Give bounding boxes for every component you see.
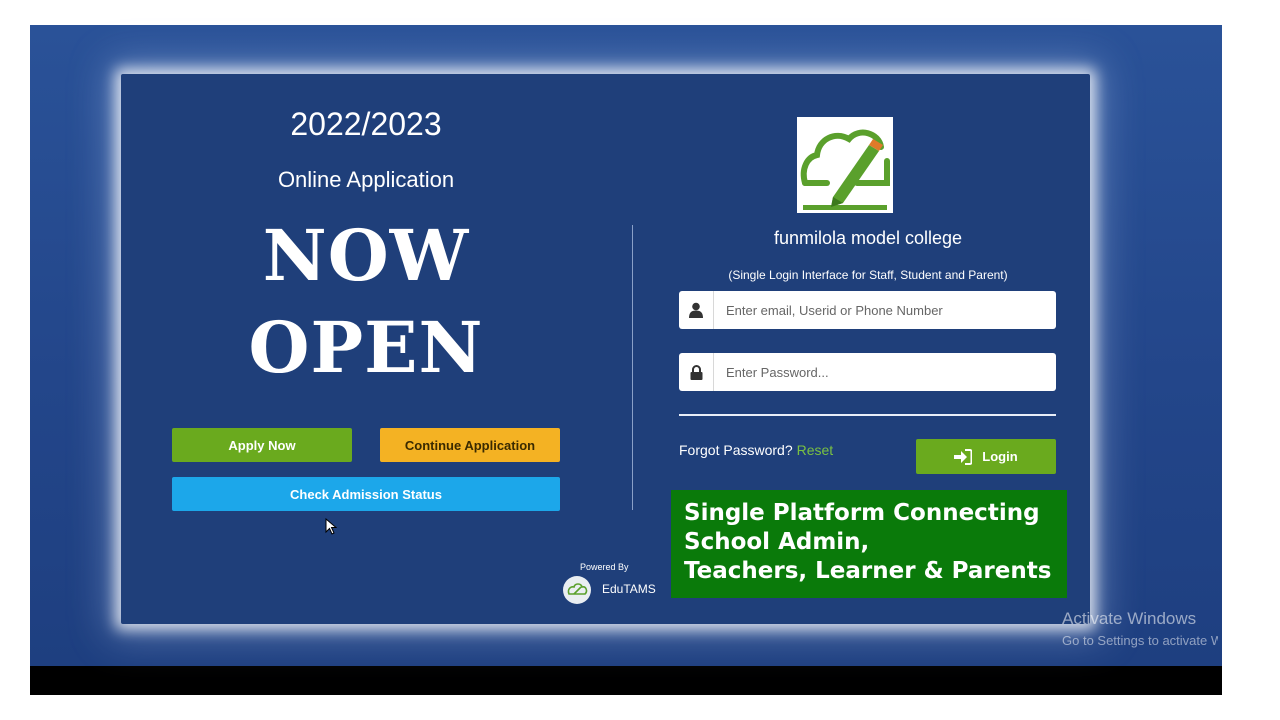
headline-line2: OPEN (248, 306, 484, 389)
college-name: funmilola model college (773, 228, 963, 248)
email-input[interactable] (714, 291, 1056, 329)
user-icon (679, 291, 714, 329)
password-field (679, 353, 1056, 391)
forgot-password-row: Forgot Password? Reset (679, 442, 833, 458)
banner-line3: Teachers, Learner & Parents (684, 558, 1052, 584)
email-field (679, 291, 1056, 329)
headline-line1: NOW (262, 214, 470, 297)
reset-link[interactable]: Reset (797, 442, 834, 458)
edutams-logo-icon (563, 576, 591, 604)
apply-now-button[interactable]: Apply Now (172, 428, 352, 462)
login-card: 2022/2023 Online Application NOW OPEN Ap… (121, 74, 1090, 624)
banner-line2: School Admin, (684, 529, 870, 555)
check-admission-status-button[interactable]: Check Admission Status (172, 477, 560, 511)
activate-windows-subtitle: Go to Settings to activate Windows. (1062, 633, 1218, 648)
mouse-cursor-icon (325, 518, 337, 535)
login-label: Login (982, 449, 1018, 464)
forgot-password-text: Forgot Password? (679, 442, 793, 458)
taskbar (30, 666, 1222, 695)
sign-in-icon (954, 448, 973, 465)
online-application-label: Online Application (277, 167, 455, 192)
session-year: 2022/2023 (290, 106, 442, 142)
edutams-brand: EduTAMS (602, 582, 656, 596)
lock-icon (679, 353, 714, 391)
form-separator (679, 414, 1056, 416)
login-subtitle: (Single Login Interface for Staff, Stude… (728, 268, 1008, 282)
platform-banner: Single Platform Connecting School Admin,… (671, 490, 1067, 598)
password-input[interactable] (714, 353, 1056, 391)
college-logo (797, 117, 893, 213)
vertical-divider (632, 225, 633, 510)
activate-windows-title: Activate Windows (1062, 609, 1197, 628)
banner-line1: Single Platform Connecting (684, 500, 1040, 526)
now-open-headline: NOW OPEN (121, 210, 611, 394)
cloud-pencil-logo-icon (800, 129, 890, 210)
continue-application-button[interactable]: Continue Application (380, 428, 560, 462)
login-button[interactable]: Login (916, 439, 1056, 474)
powered-by-label: Powered By (580, 562, 629, 572)
